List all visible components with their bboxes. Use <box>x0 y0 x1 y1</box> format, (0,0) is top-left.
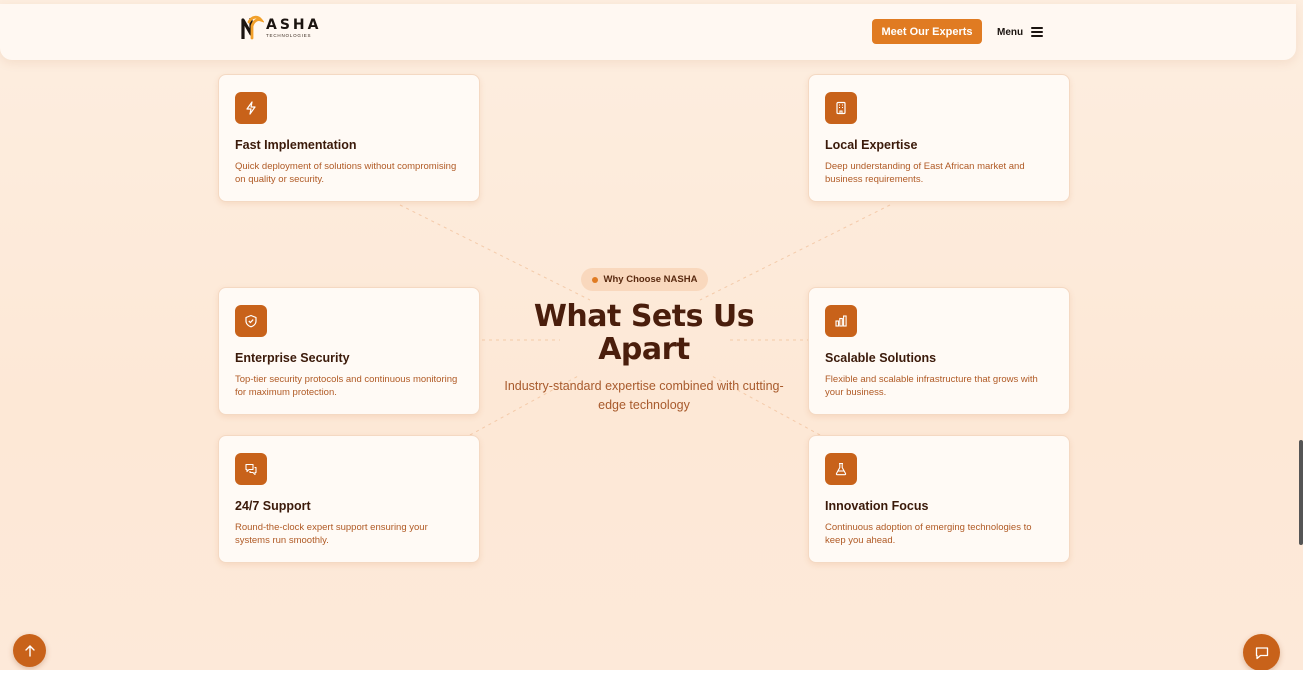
card-title: Enterprise Security <box>235 351 350 365</box>
feature-card-enterprise-security: Enterprise Security Top-tier security pr… <box>218 287 480 415</box>
logo-subtitle: TECHNOLOGIES <box>266 32 312 38</box>
section-subtitle: Industry-standard expertise combined wit… <box>504 379 784 412</box>
bar-chart-icon <box>825 305 857 337</box>
card-description: Round-the-clock expert support ensuring … <box>235 522 428 546</box>
badge-label: Why Choose NASHA <box>603 274 698 285</box>
feature-card-24-7-support: 24/7 Support Round-the-clock expert supp… <box>218 435 480 563</box>
shield-check-icon <box>235 305 267 337</box>
scrollbar-thumb[interactable] <box>1299 440 1303 545</box>
menu-button[interactable]: Menu <box>997 22 1044 42</box>
heading-line-2: Apart <box>598 332 690 367</box>
card-description: Top-tier security protocols and continuo… <box>235 374 458 398</box>
site-header: ASHA TECHNOLOGIES Meet Our Experts Menu <box>0 4 1296 60</box>
card-title: Innovation Focus <box>825 499 929 513</box>
chat-button[interactable] <box>1243 634 1280 671</box>
heading-line-1: What Sets Us <box>533 299 755 334</box>
hamburger-icon <box>1031 27 1044 37</box>
feature-card-innovation-focus: Innovation Focus Continuous adoption of … <box>808 435 1070 563</box>
building-icon <box>825 92 857 124</box>
card-title: Fast Implementation <box>235 138 357 152</box>
feature-card-fast-implementation: Fast Implementation Quick deployment of … <box>218 74 480 202</box>
chat-icon <box>1255 646 1268 659</box>
scroll-to-top-button[interactable] <box>13 634 46 667</box>
feature-card-local-expertise: Local Expertise Deep understanding of Ea… <box>808 74 1070 202</box>
logo-n-icon <box>241 15 264 40</box>
section-badge: Why Choose NASHA <box>581 268 708 291</box>
card-title: Local Expertise <box>825 138 918 152</box>
flask-icon <box>825 453 857 485</box>
card-description: Flexible and scalable infrastructure tha… <box>825 374 1038 398</box>
card-description: Continuous adoption of emerging technolo… <box>825 522 1032 546</box>
chat-bubbles-icon <box>235 453 267 485</box>
page-bottom-edge <box>0 670 1303 676</box>
nasha-logo[interactable]: ASHA TECHNOLOGIES <box>240 13 321 43</box>
card-description: Deep understanding of East African marke… <box>825 161 1025 185</box>
badge-dot-icon <box>591 276 598 283</box>
feature-card-scalable-solutions: Scalable Solutions Flexible and scalable… <box>808 287 1070 415</box>
section-heading: What Sets Us Apart <box>494 300 794 366</box>
card-title: 24/7 Support <box>235 499 311 513</box>
arrow-up-icon <box>24 644 35 657</box>
card-description: Quick deployment of solutions without co… <box>235 161 457 185</box>
meet-our-experts-button[interactable]: Meet Our Experts <box>872 19 982 44</box>
lightning-icon <box>235 92 267 124</box>
card-title: Scalable Solutions <box>825 351 937 365</box>
logo-name: ASHA <box>266 16 322 33</box>
menu-label: Menu <box>997 26 1024 38</box>
